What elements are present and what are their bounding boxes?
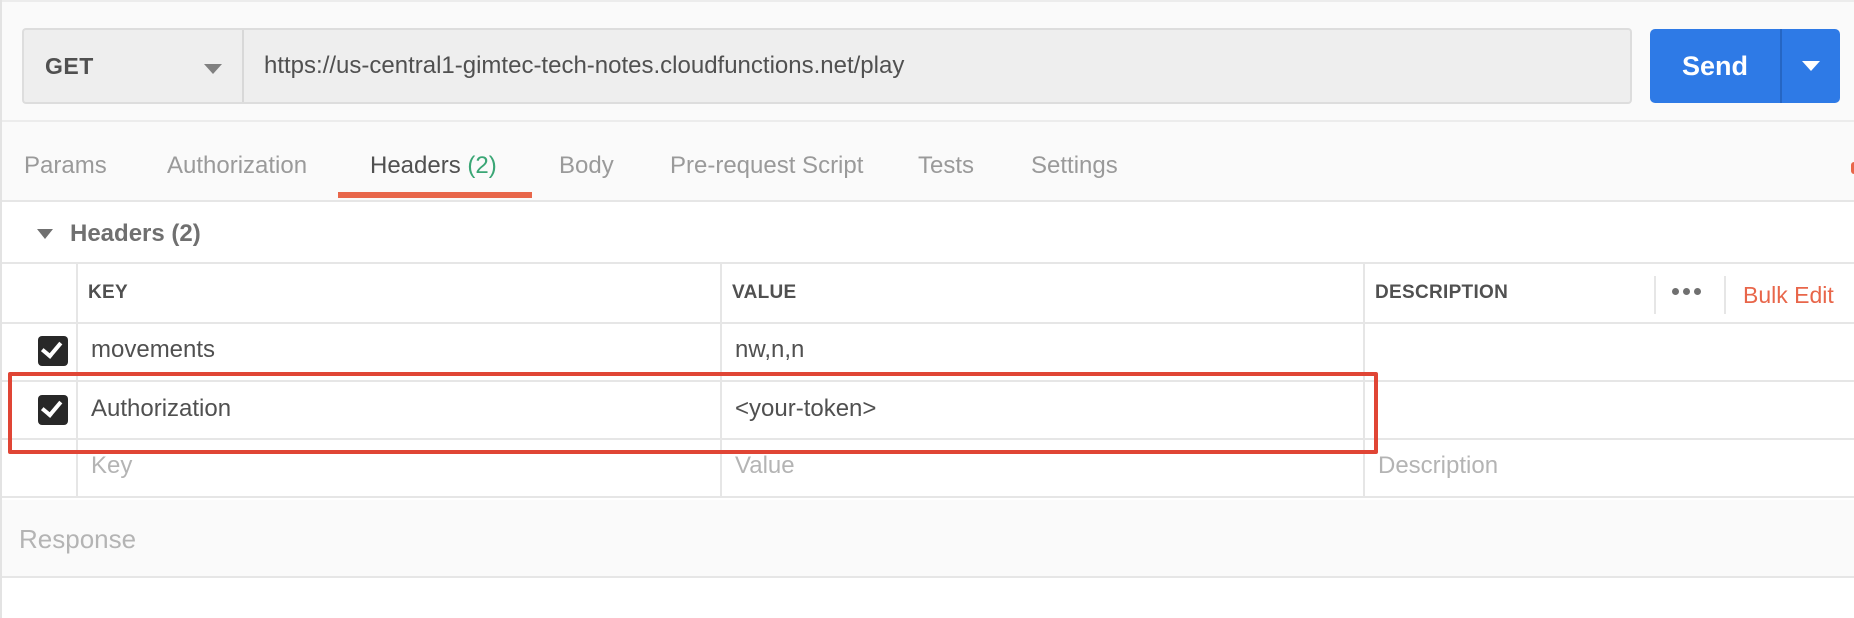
- more-options-icon[interactable]: [1672, 288, 1701, 295]
- tab-tests[interactable]: Tests: [918, 152, 974, 180]
- tab-label: Tests: [918, 152, 975, 179]
- send-label[interactable]: Send: [1650, 29, 1780, 103]
- chevron-down-icon: [204, 64, 222, 74]
- request-tabs: Params Authorization Headers (2) Body Pr…: [2, 122, 1854, 202]
- method-label: GET: [45, 52, 94, 79]
- new-value-input[interactable]: Value: [735, 452, 795, 480]
- tab-authorization[interactable]: Authorization: [167, 152, 307, 180]
- header-key-cell[interactable]: movements: [91, 336, 215, 364]
- send-dropdown-button[interactable]: [1782, 29, 1840, 103]
- tab-headers-count: (2): [467, 152, 497, 179]
- column-header-key: KEY: [88, 282, 128, 303]
- tab-body[interactable]: Body: [559, 152, 614, 180]
- collapse-caret-icon: [37, 229, 53, 239]
- column-header-value: VALUE: [732, 282, 797, 303]
- new-description-input[interactable]: Description: [1378, 452, 1498, 480]
- table-header-row: KEY VALUE DESCRIPTION Bulk Edit: [2, 264, 1854, 324]
- highlight-annotation: [8, 372, 1378, 454]
- send-button[interactable]: Send: [1650, 29, 1840, 103]
- tab-pre-request-script[interactable]: Pre-request Script: [670, 152, 863, 180]
- new-key-input[interactable]: Key: [91, 452, 132, 480]
- tab-label: Params: [24, 152, 107, 179]
- tab-params[interactable]: Params: [24, 152, 107, 180]
- tab-headers[interactable]: Headers (2): [370, 152, 497, 180]
- tab-label: Pre-request Script: [670, 152, 864, 179]
- section-title-count: (2): [171, 220, 201, 247]
- url-input[interactable]: [242, 28, 1632, 104]
- url-divider: [242, 30, 244, 102]
- active-tab-underline: [338, 192, 532, 198]
- response-panel: Response: [2, 500, 1854, 578]
- header-divider: [1724, 276, 1726, 314]
- column-header-description: DESCRIPTION: [1375, 282, 1509, 303]
- header-value-cell[interactable]: nw,n,n: [735, 336, 804, 364]
- request-bar: GET Send: [2, 0, 1854, 122]
- tab-label: Authorization: [167, 152, 308, 179]
- response-title: Response: [19, 524, 137, 554]
- row-enabled-checkbox[interactable]: [38, 336, 68, 366]
- tab-label: Body: [559, 152, 614, 179]
- tab-settings[interactable]: Settings: [1031, 152, 1118, 180]
- chevron-down-icon: [1802, 61, 1820, 71]
- method-select[interactable]: GET: [22, 28, 244, 104]
- bulk-edit-link[interactable]: Bulk Edit: [1743, 282, 1834, 309]
- section-title-label: Headers: [70, 220, 165, 247]
- tab-label: Headers: [370, 152, 461, 179]
- tab-label: Settings: [1031, 152, 1118, 179]
- headers-section-toggle[interactable]: Headers (2): [2, 202, 1854, 262]
- headers-section-title: Headers (2): [70, 220, 201, 248]
- header-divider: [1654, 276, 1656, 314]
